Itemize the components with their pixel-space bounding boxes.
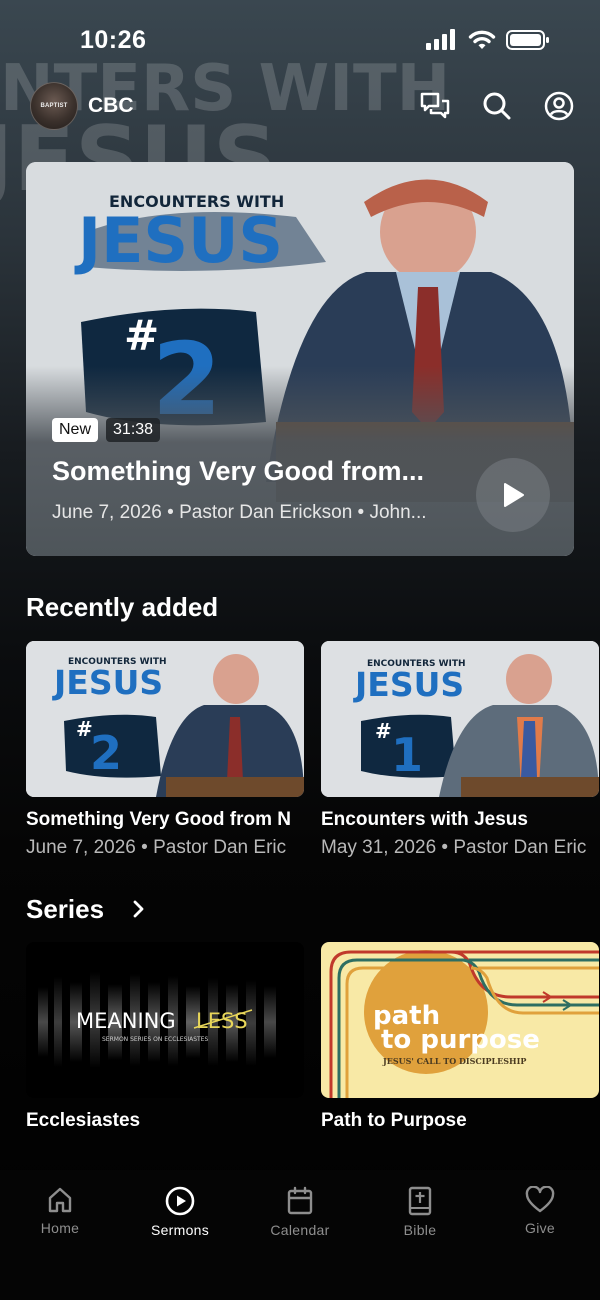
header-actions <box>420 91 574 121</box>
thumb-art-number: 2 <box>90 726 122 780</box>
series-thumbnail: MEANING LESS SERMON SERIES ON ECCLESIAST… <box>26 942 304 1098</box>
search-icon <box>483 92 511 120</box>
tab-bible[interactable]: Bible <box>360 1186 480 1300</box>
series-card-title: Ecclesiastes <box>26 1110 141 1131</box>
sermon-card[interactable]: ENCOUNTERS WITH JESUS # 1 Encounters wit… <box>321 641 599 859</box>
tab-sermons[interactable]: Sermons <box>120 1186 240 1300</box>
sermon-thumbnail-art: ENCOUNTERS WITH JESUS # 2 <box>26 641 304 797</box>
duration-badge: 31:38 <box>106 418 161 442</box>
tab-give-label: Give <box>525 1220 555 1236</box>
series-card[interactable]: MEANING LESS SERMON SERIES ON ECCLESIAST… <box>26 942 304 1132</box>
hero-subtitle: June 7, 2026 • Pastor Dan Erickson • Joh… <box>52 502 427 523</box>
series-art-line2: to purpose <box>381 1025 540 1055</box>
series-art-main: MEANING <box>76 1009 176 1033</box>
cellular-signal-icon <box>426 29 455 50</box>
series-card[interactable]: path to purpose JESUS' CALL TO DISCIPLES… <box>321 942 599 1132</box>
sermon-thumbnail-art: ENCOUNTERS WITH JESUS # 1 <box>321 641 599 797</box>
sermon-card[interactable]: ENCOUNTERS WITH JESUS # 2 Something Very… <box>26 641 304 859</box>
sermon-thumbnail: ENCOUNTERS WITH JESUS # 2 <box>26 641 304 797</box>
thumb-art-number: 1 <box>391 728 423 782</box>
chevron-right-icon[interactable] <box>132 900 146 918</box>
tab-calendar-label: Calendar <box>270 1222 330 1238</box>
sermon-card-subtitle: May 31, 2026 • Pastor Dan Eric <box>321 837 587 858</box>
profile-button[interactable] <box>544 91 574 121</box>
series-heading[interactable]: Series <box>26 894 104 925</box>
status-bar: 10:26 <box>0 0 600 80</box>
status-icons <box>426 29 550 51</box>
thumb-art-line2: JESUS <box>52 663 163 702</box>
battery-icon <box>506 30 549 50</box>
recently-added-heading: Recently added <box>26 592 219 622</box>
series-thumbnail: path to purpose JESUS' CALL TO DISCIPLES… <box>321 942 599 1098</box>
app-header: BAPTIST CBC <box>0 82 600 130</box>
messages-button[interactable] <box>420 91 450 121</box>
series-art-struck: LESS <box>196 1009 248 1033</box>
chat-icon <box>420 92 450 119</box>
play-icon <box>504 483 524 507</box>
tab-home[interactable]: Home <box>0 1186 120 1300</box>
sermon-thumbnail: ENCOUNTERS WITH JESUS # 1 <box>321 641 599 797</box>
church-logo-text: BAPTIST <box>40 103 68 109</box>
calendar-icon <box>287 1186 313 1215</box>
hero-badges: New 31:38 <box>52 418 161 442</box>
featured-sermon-card[interactable]: ENCOUNTERS WITH JESUS # 2 New 31:38 Some… <box>26 162 574 556</box>
tab-give[interactable]: Give <box>480 1186 600 1300</box>
heart-icon <box>525 1186 555 1213</box>
hero-title: Something Very Good from... <box>52 456 425 486</box>
thumb-art-hash: # <box>375 719 392 743</box>
sermon-card-subtitle: June 7, 2026 • Pastor Dan Eric <box>26 837 287 858</box>
church-logo[interactable]: BAPTIST <box>30 82 78 130</box>
tab-bible-label: Bible <box>403 1222 437 1238</box>
thumb-art-line2: JESUS <box>353 665 464 704</box>
church-name[interactable]: CBC <box>88 94 134 118</box>
play-button[interactable] <box>476 458 550 532</box>
tab-calendar[interactable]: Calendar <box>240 1186 360 1300</box>
home-icon <box>48 1187 72 1213</box>
search-button[interactable] <box>482 91 512 121</box>
series-card-title: Path to Purpose <box>321 1110 467 1131</box>
wifi-icon <box>468 30 496 49</box>
tab-home-label: Home <box>40 1220 80 1236</box>
app-screen: NTERS WITH JESUS 10:26 BAPTIST CBC ENCOU… <box>0 0 600 1300</box>
tab-sermons-label: Sermons <box>150 1222 210 1238</box>
bible-icon <box>408 1186 432 1216</box>
play-circle-icon <box>165 1186 195 1216</box>
series-thumbnail-art: MEANING LESS SERMON SERIES ON ECCLESIAST… <box>26 942 304 1098</box>
new-badge: New <box>52 418 99 442</box>
account-icon <box>544 91 574 121</box>
sermon-card-title: Something Very Good from N <box>26 809 291 830</box>
sermon-card-title: Encounters with Jesus <box>321 809 528 830</box>
art-title-line2: JESUS <box>74 204 283 277</box>
series-art-sub: JESUS' CALL TO DISCIPLESHIP <box>382 1056 526 1066</box>
status-time: 10:26 <box>80 25 147 54</box>
series-art-sub: SERMON SERIES ON ECCLESIASTES <box>102 1036 208 1043</box>
bottom-tab-bar: Home Sermons Calendar Bible Give <box>0 1170 600 1300</box>
series-thumbnail-art: path to purpose JESUS' CALL TO DISCIPLES… <box>321 942 599 1098</box>
